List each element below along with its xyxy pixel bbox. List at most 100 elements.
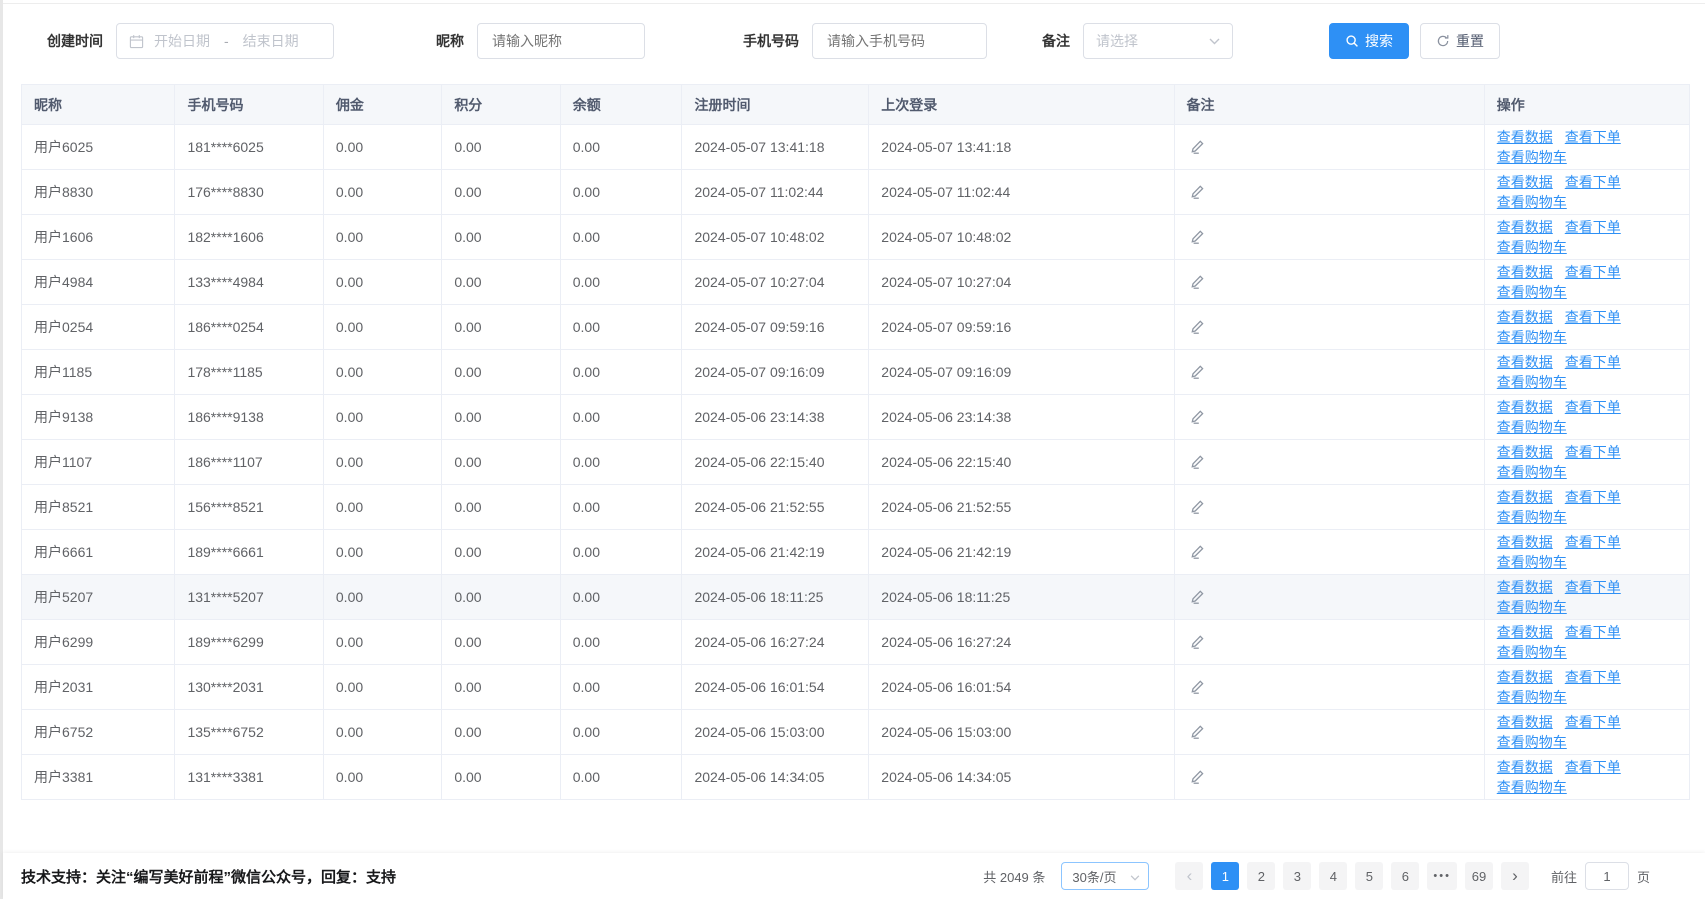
action-link-view-orders[interactable]: 查看下单 (1565, 309, 1621, 325)
action-link-view-orders[interactable]: 查看下单 (1565, 579, 1621, 595)
action-link-view-orders[interactable]: 查看下单 (1565, 534, 1621, 550)
refresh-icon (1436, 34, 1450, 48)
action-link-view-data[interactable]: 查看数据 (1497, 759, 1553, 775)
remark-cell (1174, 575, 1484, 620)
action-link-view-data[interactable]: 查看数据 (1497, 399, 1553, 415)
action-link-view-data[interactable]: 查看数据 (1497, 579, 1553, 595)
action-link-view-orders[interactable]: 查看下单 (1565, 489, 1621, 505)
search-button[interactable]: 搜索 (1329, 23, 1409, 59)
pagination-prev-button[interactable]: ‹ (1175, 862, 1203, 890)
edit-remark-icon[interactable] (1187, 722, 1207, 742)
nickname-cell: 用户1107 (22, 440, 175, 485)
balance-cell: 0.00 (560, 485, 682, 530)
action-link-view-cart[interactable]: 查看购物车 (1497, 644, 1567, 660)
edit-remark-icon[interactable] (1187, 182, 1207, 202)
date-range-input[interactable]: 开始日期 - 结束日期 (116, 23, 334, 59)
table-row: 用户6025181****60250.000.000.002024-05-07 … (22, 125, 1690, 170)
action-link-view-data[interactable]: 查看数据 (1497, 129, 1553, 145)
register-time-cell: 2024-05-07 11:02:44 (682, 170, 869, 215)
column-header-2: 佣金 (323, 85, 441, 125)
action-link-view-cart[interactable]: 查看购物车 (1497, 599, 1567, 615)
action-link-view-data[interactable]: 查看数据 (1497, 174, 1553, 190)
action-link-view-cart[interactable]: 查看购物车 (1497, 509, 1567, 525)
action-link-view-data[interactable]: 查看数据 (1497, 624, 1553, 640)
edit-remark-icon[interactable] (1187, 677, 1207, 697)
commission-cell: 0.00 (323, 170, 441, 215)
action-link-view-data[interactable]: 查看数据 (1497, 669, 1553, 685)
action-link-view-cart[interactable]: 查看购物车 (1497, 464, 1567, 480)
action-link-view-data[interactable]: 查看数据 (1497, 309, 1553, 325)
page-button-6[interactable]: 6 (1391, 862, 1419, 890)
column-header-8: 操作 (1484, 85, 1689, 125)
action-link-view-cart[interactable]: 查看购物车 (1497, 374, 1567, 390)
edit-remark-icon[interactable] (1187, 362, 1207, 382)
action-link-view-orders[interactable]: 查看下单 (1565, 669, 1621, 685)
action-link-view-orders[interactable]: 查看下单 (1565, 264, 1621, 280)
pagination: 共 2049 条 30条/页 ‹ 123456•••69 › 前往 页 (983, 862, 1650, 890)
pagination-more-button[interactable]: ••• (1427, 862, 1457, 890)
page-button-3[interactable]: 3 (1283, 862, 1311, 890)
phone-cell: 178****1185 (175, 350, 323, 395)
action-link-view-cart[interactable]: 查看购物车 (1497, 329, 1567, 345)
pagination-next-button[interactable]: › (1501, 862, 1529, 890)
edit-remark-icon[interactable] (1187, 227, 1207, 247)
page-button-69[interactable]: 69 (1465, 862, 1493, 890)
phone-input-wrap (812, 23, 987, 59)
action-link-view-orders[interactable]: 查看下单 (1565, 714, 1621, 730)
actions-cell: 查看数据查看下单查看购物车 (1484, 575, 1689, 620)
reset-button[interactable]: 重置 (1420, 23, 1500, 59)
edit-remark-icon[interactable] (1187, 542, 1207, 562)
goto-page-input[interactable] (1585, 862, 1629, 890)
edit-remark-icon[interactable] (1187, 587, 1207, 607)
action-link-view-cart[interactable]: 查看购物车 (1497, 779, 1567, 795)
nickname-input[interactable] (490, 32, 632, 50)
page-button-1[interactable]: 1 (1211, 862, 1239, 890)
action-link-view-orders[interactable]: 查看下单 (1565, 624, 1621, 640)
phone-cell: 133****4984 (175, 260, 323, 305)
action-link-view-orders[interactable]: 查看下单 (1565, 759, 1621, 775)
actions-cell: 查看数据查看下单查看购物车 (1484, 710, 1689, 755)
edit-remark-icon[interactable] (1187, 407, 1207, 427)
action-link-view-data[interactable]: 查看数据 (1497, 354, 1553, 370)
balance-cell: 0.00 (560, 350, 682, 395)
edit-remark-icon[interactable] (1187, 317, 1207, 337)
edit-remark-icon[interactable] (1187, 632, 1207, 652)
action-link-view-data[interactable]: 查看数据 (1497, 444, 1553, 460)
edit-remark-icon[interactable] (1187, 497, 1207, 517)
action-link-view-cart[interactable]: 查看购物车 (1497, 419, 1567, 435)
action-link-view-cart[interactable]: 查看购物车 (1497, 194, 1567, 210)
balance-cell: 0.00 (560, 170, 682, 215)
action-link-view-cart[interactable]: 查看购物车 (1497, 689, 1567, 705)
action-link-view-cart[interactable]: 查看购物车 (1497, 554, 1567, 570)
action-link-view-orders[interactable]: 查看下单 (1565, 129, 1621, 145)
action-link-view-data[interactable]: 查看数据 (1497, 264, 1553, 280)
action-link-view-orders[interactable]: 查看下单 (1565, 219, 1621, 235)
action-link-view-cart[interactable]: 查看购物车 (1497, 149, 1567, 165)
action-link-view-cart[interactable]: 查看购物车 (1497, 284, 1567, 300)
edit-remark-icon[interactable] (1187, 767, 1207, 787)
points-cell: 0.00 (442, 305, 560, 350)
action-link-view-orders[interactable]: 查看下单 (1565, 174, 1621, 190)
action-link-view-orders[interactable]: 查看下单 (1565, 354, 1621, 370)
edit-remark-icon[interactable] (1187, 272, 1207, 292)
page-button-2[interactable]: 2 (1247, 862, 1275, 890)
edit-remark-icon[interactable] (1187, 137, 1207, 157)
action-link-view-data[interactable]: 查看数据 (1497, 534, 1553, 550)
action-link-view-data[interactable]: 查看数据 (1497, 714, 1553, 730)
phone-input[interactable] (825, 32, 974, 50)
action-link-view-orders[interactable]: 查看下单 (1565, 444, 1621, 460)
page-size-select[interactable]: 30条/页 (1061, 862, 1149, 890)
actions-cell: 查看数据查看下单查看购物车 (1484, 350, 1689, 395)
action-link-view-orders[interactable]: 查看下单 (1565, 399, 1621, 415)
action-link-view-cart[interactable]: 查看购物车 (1497, 239, 1567, 255)
edit-remark-icon[interactable] (1187, 452, 1207, 472)
remark-cell (1174, 530, 1484, 575)
points-cell: 0.00 (442, 575, 560, 620)
action-link-view-cart[interactable]: 查看购物车 (1497, 734, 1567, 750)
page-button-4[interactable]: 4 (1319, 862, 1347, 890)
action-link-view-data[interactable]: 查看数据 (1497, 219, 1553, 235)
remark-select[interactable]: 请选择 (1083, 23, 1233, 59)
balance-cell: 0.00 (560, 530, 682, 575)
action-link-view-data[interactable]: 查看数据 (1497, 489, 1553, 505)
page-button-5[interactable]: 5 (1355, 862, 1383, 890)
